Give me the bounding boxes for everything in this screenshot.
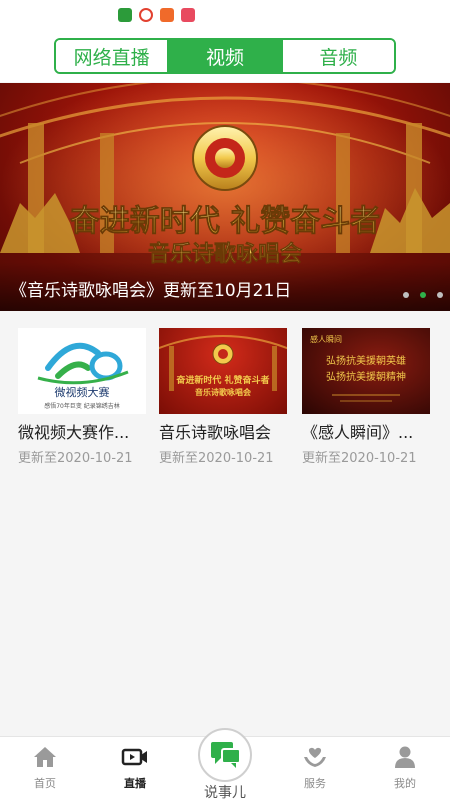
nav-label: 首页 (34, 777, 56, 790)
app-notification-icon (160, 8, 174, 22)
banner-caption-bar: 《音乐诗歌咏唱会》更新至10月21日 (0, 262, 450, 311)
video-title[interactable]: 微视频大赛作... (18, 419, 146, 443)
tab-live[interactable]: 网络直播 (56, 40, 168, 72)
banner-caption[interactable]: 《音乐诗歌咏唱会》更新至10月21日 (10, 276, 291, 301)
banner-dot[interactable] (403, 292, 409, 298)
nav-label: 直播 (124, 777, 146, 790)
nav-label: 服务 (304, 777, 326, 790)
micro-video-contest-logo: 微视频大赛 感悟70年巨变 纪录锦绣吉林 (37, 342, 129, 410)
banner-dot[interactable] (437, 292, 443, 298)
nav-label: 我的 (394, 777, 416, 790)
thumb-line2: 音乐诗歌咏唱会 (195, 387, 251, 397)
app-notification-icon (118, 8, 132, 22)
heart-hands-icon (304, 747, 326, 767)
person-icon (395, 746, 415, 768)
status-notification-icons (118, 8, 195, 22)
weibo-icon (139, 8, 153, 22)
banner-headline: 奋进新时代 礼赞奋斗者 (70, 204, 380, 239)
touching-moments-poster-art: 感人瞬间 弘扬抗美援朝英雄 弘扬抗美援朝精神 (310, 334, 406, 402)
home-icon (34, 747, 56, 767)
chat-bubbles-icon (211, 742, 241, 768)
thumb-tag: 感人瞬间 (310, 334, 342, 344)
banner-pagination (403, 292, 443, 298)
thumb-logo-text: 微视频大赛 (55, 385, 110, 399)
banner-dot-active[interactable] (420, 292, 426, 298)
nav-item-service[interactable]: 服务 (280, 745, 350, 791)
nav-item-mine[interactable]: 我的 (370, 745, 440, 791)
say-something-button[interactable] (198, 728, 252, 782)
say-something-label[interactable]: 说事儿 (195, 782, 255, 800)
tab-audio[interactable]: 音频 (280, 40, 394, 72)
concert-poster-art: 奋进新时代 礼赞奋斗者 音乐诗歌咏唱会 (159, 335, 287, 397)
video-update-date: 更新至2020-10-21 (159, 451, 274, 466)
video-card[interactable]: 感人瞬间 弘扬抗美援朝英雄 弘扬抗美援朝精神 《感人瞬间》... 更新至2020… (302, 328, 430, 466)
segmented-tabs: 网络直播 视频 音频 (54, 38, 396, 74)
thumb-line2: 弘扬抗美援朝精神 (326, 370, 406, 383)
tab-video[interactable]: 视频 (167, 40, 281, 72)
video-update-date: 更新至2020-10-21 (302, 451, 417, 466)
video-thumbnail[interactable]: 感人瞬间 弘扬抗美援朝英雄 弘扬抗美援朝精神 (302, 328, 430, 414)
thumb-sub-text: 感悟70年巨变 纪录锦绣吉林 (44, 402, 120, 410)
video-title[interactable]: 《感人瞬间》... (302, 419, 430, 443)
thumb-line1: 弘扬抗美援朝英雄 (326, 354, 406, 367)
thumb-line1: 奋进新时代 礼赞奋斗者 (175, 374, 269, 386)
video-camera-icon (121, 748, 147, 766)
video-card[interactable]: 奋进新时代 礼赞奋斗者 音乐诗歌咏唱会 音乐诗歌咏唱会 更新至2020-10-2… (159, 328, 287, 466)
video-title[interactable]: 音乐诗歌咏唱会 (159, 419, 287, 443)
status-bar (0, 0, 450, 30)
video-thumbnail[interactable]: 微视频大赛 感悟70年巨变 纪录锦绣吉林 (18, 328, 146, 414)
video-thumbnail[interactable]: 奋进新时代 礼赞奋斗者 音乐诗歌咏唱会 (159, 328, 287, 414)
nav-item-live[interactable]: 直播 (100, 745, 170, 791)
video-card[interactable]: 微视频大赛 感悟70年巨变 纪录锦绣吉林 微视频大赛作... 更新至2020-1… (18, 328, 146, 466)
header: 网络直播 视频 音频 (0, 30, 450, 82)
nav-item-home[interactable]: 首页 (10, 745, 80, 791)
video-update-date: 更新至2020-10-21 (18, 451, 133, 466)
app-notification-icon (181, 8, 195, 22)
